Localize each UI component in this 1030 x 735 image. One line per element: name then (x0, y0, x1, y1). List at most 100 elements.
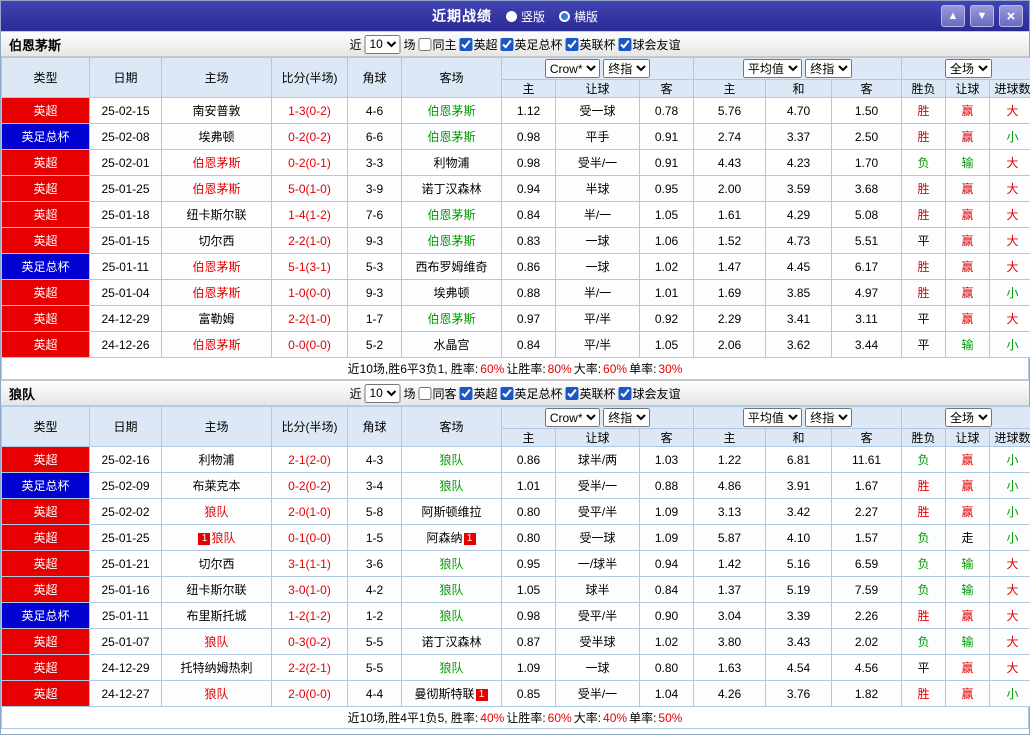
league-checkbox-eflcup[interactable]: 英联杯 (565, 36, 616, 53)
odds-away: 0.88 (638, 472, 695, 499)
odds-away: 1.09 (638, 524, 695, 551)
avg-away: 3.44 (831, 331, 903, 358)
avg-away: 2.02 (831, 628, 903, 655)
layout-radio-horizontal[interactable]: 横版 (559, 8, 598, 25)
match-score: 0-2(0-2) (271, 472, 348, 499)
odds-home: 1.12 (501, 97, 556, 124)
sub-goals: 进球数 (989, 79, 1030, 98)
avg-type-select[interactable]: 平均值 (742, 408, 802, 427)
corner-score: 3-6 (347, 550, 402, 577)
odds-company-select[interactable]: Crow* (544, 59, 600, 78)
odds-away: 1.05 (638, 201, 695, 228)
red-card-badge: 1 (198, 533, 211, 545)
period-select[interactable]: 全场 (945, 59, 993, 78)
goals-result-cell: 大 (989, 253, 1030, 280)
match-row: 英超 25-01-21 切尔西 3-1(1-1) 3-6 狼队 0.95 一/球半 0.94 1.… (1, 550, 1030, 577)
goals-result-cell: 大 (989, 602, 1030, 629)
result-cell: 胜 (901, 97, 947, 124)
red-card-badge: 1 (463, 533, 476, 545)
match-row: 英超 24-12-29 托特纳姆热刺 2-2(2-1) 5-5 狼队 1.09 一球 0.80 1… (1, 654, 1030, 681)
avg-home: 1.42 (693, 550, 767, 577)
summary-part: 大率: (573, 711, 602, 725)
same-venue-checkbox[interactable]: 同主 (418, 36, 456, 53)
scroll-down-button[interactable]: ▼ (970, 5, 994, 27)
handicap-line: 一球 (555, 654, 640, 681)
match-row: 英超 24-12-29 富勒姆 2-2(1-0) 1-7 伯恩茅斯 0.97 平/半 0.92 2… (1, 305, 1030, 332)
away-team: 伯恩茅斯 (401, 227, 502, 254)
sub-avg-away: 客 (831, 79, 903, 98)
goals-result-cell: 大 (989, 576, 1030, 603)
match-date: 25-01-25 (89, 175, 162, 202)
result-cell: 平 (901, 305, 947, 332)
sub-avg-home: 主 (693, 428, 767, 447)
avg-away: 6.17 (831, 253, 903, 280)
avg-away: 4.97 (831, 279, 903, 306)
corner-score: 4-6 (347, 97, 402, 124)
col-date: 日期 (89, 57, 162, 98)
avg-time-select[interactable]: 终指 (805, 59, 853, 78)
result-cell: 胜 (901, 123, 947, 150)
corner-score: 4-4 (347, 680, 402, 707)
handicap-result-cell: 赢 (945, 279, 991, 306)
avg-type-select[interactable]: 平均值 (742, 59, 802, 78)
odds-company-select[interactable]: Crow* (544, 408, 600, 427)
red-card-badge: 1 (475, 689, 488, 701)
odds-time-select[interactable]: 终指 (603, 408, 651, 427)
league-checkbox-friendly[interactable]: 球会友谊 (618, 385, 681, 402)
league-checkbox-facup[interactable]: 英足总杯 (500, 385, 563, 402)
col-home: 主场 (161, 406, 272, 447)
avg-draw: 3.76 (765, 680, 833, 707)
odds-home: 0.88 (501, 279, 556, 306)
home-team: 伯恩茅斯 (161, 149, 272, 176)
scroll-up-button[interactable]: ▲ (941, 5, 965, 27)
match-date: 25-01-21 (89, 550, 162, 577)
away-team: 诺丁汉森林 (401, 628, 502, 655)
match-count-select[interactable]: 10 (364, 34, 401, 54)
odds-away: 0.92 (638, 305, 695, 332)
radio-icon (505, 10, 517, 22)
summary-part: 单率: (629, 711, 657, 725)
match-score: 2-0(0-0) (271, 680, 348, 707)
close-button[interactable]: × (999, 5, 1023, 27)
layout-radio-vertical[interactable]: 竖版 (505, 8, 545, 25)
matches-table: 类型 日期 主场 比分(半场) 角球 客场 Crow* 终指 平均值 终指 全场 (1, 57, 1030, 358)
avg-draw: 4.73 (765, 227, 833, 254)
match-row: 英足总杯 25-01-11 伯恩茅斯 5-1(3-1) 5-3 西布罗姆维奇 0.86 一球 1… (1, 253, 1030, 280)
league-badge: 英超 (1, 524, 90, 551)
odds-time-select[interactable]: 终指 (603, 59, 651, 78)
period-select[interactable]: 全场 (945, 408, 993, 427)
handicap-result-cell: 赢 (945, 680, 991, 707)
league-checkbox-epl[interactable]: 英超 (459, 385, 498, 402)
odds-away: 0.80 (638, 654, 695, 681)
avg-draw: 3.37 (765, 123, 833, 150)
league-checkbox-facup[interactable]: 英足总杯 (500, 36, 563, 53)
goals-result-cell: 大 (989, 149, 1030, 176)
radio-vertical-label: 竖版 (520, 9, 545, 24)
summary-text: 近10场,胜6平3负1, 胜率: 60% 让胜率: 80% 大率: 60% 单率: 30… (1, 358, 1029, 380)
odds-home: 0.86 (501, 446, 556, 473)
league-checkbox-friendly[interactable]: 球会友谊 (618, 36, 681, 53)
match-count-select[interactable]: 10 (364, 383, 401, 403)
sub-result: 胜负 (901, 79, 947, 98)
avg-draw: 3.85 (765, 279, 833, 306)
league-checkbox-eflcup[interactable]: 英联杯 (565, 385, 616, 402)
odds-away: 1.06 (638, 227, 695, 254)
home-team: 伯恩茅斯 (161, 279, 272, 306)
avg-draw: 3.43 (765, 628, 833, 655)
home-team: 南安普敦 (161, 97, 272, 124)
odds-home: 0.80 (501, 498, 556, 525)
league-badge: 英超 (1, 175, 90, 202)
same-venue-checkbox[interactable]: 同客 (418, 385, 456, 402)
league-checkbox-epl[interactable]: 英超 (459, 36, 498, 53)
sub-avg-home: 主 (693, 79, 767, 98)
avg-home: 4.86 (693, 472, 767, 499)
home-team: 狼队 (161, 628, 272, 655)
handicap-line: 受一球 (555, 524, 640, 551)
league-badge: 英超 (1, 446, 90, 473)
filter-bar: 近 10 场 同主 英超 英足总杯 英联杯 球会友谊 (349, 34, 681, 54)
handicap-result-cell: 赢 (945, 446, 991, 473)
handicap-line: 受平/半 (555, 498, 640, 525)
avg-time-select[interactable]: 终指 (805, 408, 853, 427)
match-score: 0-3(0-2) (271, 628, 348, 655)
match-date: 25-01-18 (89, 201, 162, 228)
